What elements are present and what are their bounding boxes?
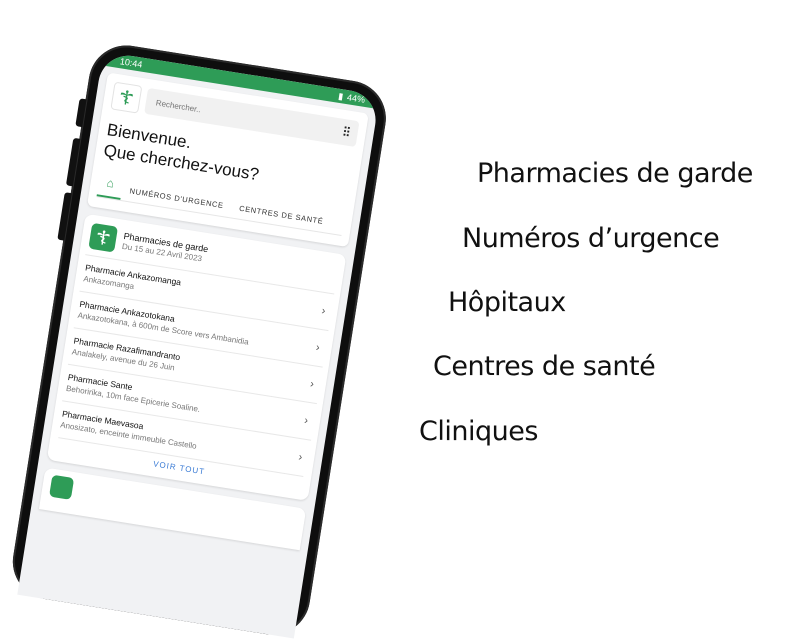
home-icon: ⌂ [105,175,116,191]
phone-frame: 10:44 ▮ 44% Rechercher.. ⫶⫶ Bienvenue. Q… [7,40,392,640]
chevron-right-icon: › [297,450,304,463]
phone-mockup: 10:44 ▮ 44% Rechercher.. ⫶⫶ Bienvenue. Q… [7,40,392,640]
chevron-right-icon: › [320,304,327,317]
card-heading: Pharmacies de garde Du 15 au 22 Avril 20… [121,231,209,264]
caduceus-icon [97,230,110,245]
feature-urgence: Numéros d’urgence [462,223,720,254]
card-logo [88,222,119,253]
feature-cliniques: Cliniques [419,416,538,447]
caduceus-icon [120,90,133,105]
chevron-right-icon: › [303,414,310,427]
feature-pharmacies: Pharmacies de garde [477,158,753,189]
feature-centres: Centres de santé [433,351,656,382]
search-input[interactable] [153,96,307,132]
app-logo [110,81,143,114]
volume-button [65,137,81,187]
status-icons: ▮ 44% [337,90,366,105]
sliders-icon[interactable]: ⫶⫶ [342,124,351,141]
battery-level: 44% [346,92,366,105]
card-logo [49,474,75,500]
chevron-right-icon: › [315,340,321,354]
tab-numeros-urgence[interactable]: NUMÉROS D'URGENCE [120,179,233,217]
status-time: 10:44 [119,56,144,70]
volume-button [75,98,87,128]
feature-hopitaux: Hôpitaux [448,287,566,318]
app-screen: 10:44 ▮ 44% Rechercher.. ⫶⫶ Bienvenue. Q… [17,51,380,639]
chevron-right-icon: › [309,377,315,390]
pharmacies-card: Pharmacies de garde Du 15 au 22 Avril 20… [46,213,347,501]
power-button [57,192,72,241]
signal-icon: ▮ [337,90,345,101]
tab-centres-sante[interactable]: CENTRES DE SANTÉ [230,197,333,234]
